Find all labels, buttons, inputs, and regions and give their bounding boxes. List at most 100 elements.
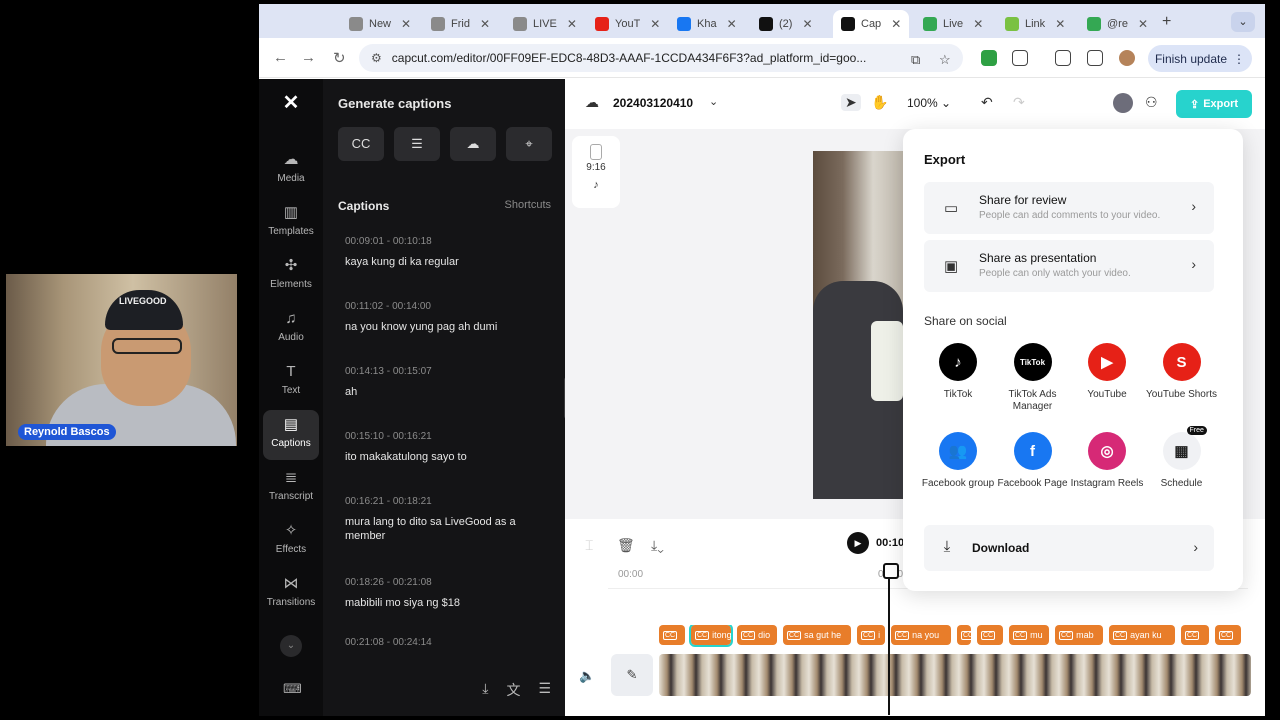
edit-cover-icon[interactable]: ✎ bbox=[611, 654, 653, 696]
caption-item[interactable]: 00:09:01 - 00:10:18 kaya kung di ka regul… bbox=[345, 236, 555, 269]
share-youtube-shorts-button[interactable]: S YouTube Shorts bbox=[1145, 343, 1219, 401]
caption-item[interactable]: 00:15:10 - 00:16:21 ito makakatulong sayo… bbox=[345, 431, 555, 464]
translate-icon[interactable]: 文 bbox=[506, 680, 520, 700]
caption-text[interactable]: mabibili mo siya ng $18 bbox=[345, 596, 555, 610]
caption-clip[interactable]: CC bbox=[1181, 625, 1209, 645]
zoom-select[interactable]: 100% ⌄ bbox=[907, 96, 951, 110]
sidebar-item-elements[interactable]: ✣ Elements bbox=[263, 251, 319, 301]
reading-list-icon[interactable] bbox=[1055, 50, 1071, 66]
close-tab-icon[interactable]: ✕ bbox=[1138, 17, 1148, 31]
more-nav-icon[interactable]: ⌄ bbox=[280, 635, 302, 657]
share-instagram-reels-button[interactable]: ◎ Instagram Reels bbox=[1070, 432, 1144, 490]
invite-user-icon[interactable]: ⚇ bbox=[1145, 94, 1158, 111]
caption-text[interactable]: na you know yung pag ah dumi bbox=[345, 320, 555, 334]
caption-clip[interactable]: CC na you bbox=[891, 625, 951, 645]
sidebar-item-audio[interactable]: ♫ Audio bbox=[263, 304, 319, 354]
caption-item[interactable]: 00:14:13 - 00:15:07 ah bbox=[345, 366, 555, 399]
download-captions-icon[interactable]: ⤓ bbox=[482, 680, 488, 700]
browser-tab[interactable]: (2) ✕ bbox=[751, 10, 821, 38]
caption-text[interactable]: ah bbox=[345, 385, 555, 399]
browser-tab[interactable]: Kha ✕ bbox=[669, 10, 745, 38]
caption-clip[interactable]: CC dio bbox=[737, 625, 777, 645]
volume-icon[interactable]: 🔈 bbox=[579, 668, 595, 684]
caption-text[interactable]: kaya kung di ka regular bbox=[345, 255, 555, 269]
close-tab-icon[interactable]: ✕ bbox=[891, 17, 901, 31]
grammarly-extension-icon[interactable] bbox=[981, 50, 997, 66]
sidebar-item-effects[interactable]: ✧ Effects bbox=[263, 516, 319, 566]
browser-tab[interactable]: Cap ✕ bbox=[833, 10, 910, 38]
caption-text[interactable]: ito makakatulong sayo to bbox=[345, 450, 555, 464]
close-tab-icon[interactable]: ✕ bbox=[973, 17, 983, 31]
hand-tool-icon[interactable]: ✋ bbox=[871, 94, 888, 111]
caption-clip[interactable]: CC ayan ku bbox=[1109, 625, 1175, 645]
reload-icon[interactable]: ↻ bbox=[333, 49, 346, 67]
redo-icon[interactable]: ↷ bbox=[1013, 94, 1025, 111]
browser-tab[interactable]: Live ✕ bbox=[915, 10, 991, 38]
share-tiktok-ads-manager-button[interactable]: TikTok TikTok Ads Manager bbox=[996, 343, 1070, 413]
aspect-ratio-card[interactable]: 9:16 ♪ bbox=[572, 136, 620, 208]
sidebar-item-templates[interactable]: ▥ Templates bbox=[263, 198, 319, 248]
close-tab-icon[interactable]: ✕ bbox=[567, 17, 577, 31]
close-tab-icon[interactable]: ✕ bbox=[480, 17, 490, 31]
browser-tab[interactable]: YouT ✕ bbox=[587, 10, 668, 38]
sidebar-item-transitions[interactable]: ⋈ Transitions bbox=[263, 569, 319, 619]
share-schedule-button[interactable]: ▦ Schedule Free bbox=[1145, 426, 1219, 490]
share-facebook-page-button[interactable]: f Facebook Page bbox=[996, 432, 1070, 490]
download-button[interactable]: ⤓ Download › bbox=[924, 525, 1214, 571]
download-icon[interactable]: ⤓⌄ bbox=[651, 537, 664, 554]
split-icon[interactable]: ⌶ bbox=[585, 537, 593, 554]
capcut-logo-icon[interactable]: ✕ bbox=[279, 93, 303, 113]
caption-clip[interactable]: CC bbox=[1215, 625, 1241, 645]
caption-clip[interactable]: CC sa gut he bbox=[783, 625, 851, 645]
browser-tab[interactable]: New ✕ bbox=[341, 10, 419, 38]
close-tab-icon[interactable]: ✕ bbox=[401, 17, 411, 31]
close-tab-icon[interactable]: ✕ bbox=[802, 17, 812, 31]
caption-clip[interactable]: CC itong bbox=[689, 625, 733, 647]
chevron-down-icon[interactable]: ⌄ bbox=[709, 95, 718, 108]
share-for-review-button[interactable]: ▭ Share for review People can add commen… bbox=[924, 182, 1214, 234]
install-app-icon[interactable]: ⧉ bbox=[911, 52, 920, 68]
caption-clip[interactable]: CC mab bbox=[1055, 625, 1103, 645]
undo-icon[interactable]: ↶ bbox=[981, 94, 993, 111]
extensions-puzzle-icon[interactable] bbox=[1012, 50, 1028, 66]
caption-settings-icon[interactable]: ☰ bbox=[538, 680, 551, 700]
share-youtube-button[interactable]: ▶ YouTube bbox=[1070, 343, 1144, 401]
side-panel-icon[interactable] bbox=[1087, 50, 1103, 66]
share-tiktok-button[interactable]: ♪ TikTok bbox=[921, 343, 995, 401]
playhead[interactable] bbox=[883, 563, 899, 715]
caption-item[interactable]: 00:21:08 - 00:24:14 bbox=[345, 637, 555, 656]
browser-tab[interactable]: Frid ✕ bbox=[423, 10, 498, 38]
caption-item[interactable]: 00:16:21 - 00:18:21 mura lang to dito sa … bbox=[345, 496, 555, 543]
caption-clip[interactable]: CC bbox=[659, 625, 685, 645]
upload-captions-tool[interactable]: ☁ bbox=[450, 127, 496, 161]
video-track[interactable] bbox=[659, 654, 1251, 696]
caption-item[interactable]: 00:18:26 - 00:21:08 mabibili mo siya ng $… bbox=[345, 577, 555, 610]
new-tab-button[interactable]: + bbox=[1162, 13, 1171, 31]
caption-clip[interactable]: CC bbox=[957, 625, 971, 645]
keyboard-shortcuts-icon[interactable]: ⌨ bbox=[283, 681, 302, 697]
browser-tab[interactable]: @re ✕ bbox=[1079, 10, 1156, 38]
caption-clip[interactable]: CC i bbox=[857, 625, 885, 645]
caption-item[interactable]: 00:11:02 - 00:14:00 na you know yung pag … bbox=[345, 301, 555, 334]
video-preview[interactable] bbox=[813, 151, 913, 499]
site-info-icon[interactable]: ⚙ bbox=[371, 51, 382, 65]
forward-icon[interactable]: → bbox=[301, 49, 316, 66]
close-tab-icon[interactable]: ✕ bbox=[650, 17, 660, 31]
caption-clip[interactable]: CC bbox=[977, 625, 1003, 645]
back-icon[interactable]: ← bbox=[273, 49, 288, 66]
finish-update-button[interactable]: Finish update ⋮ bbox=[1148, 45, 1252, 72]
sidebar-item-transcript[interactable]: ≣ Transcript bbox=[263, 463, 319, 513]
share-facebook-group-button[interactable]: 👥 Facebook group bbox=[921, 432, 995, 490]
play-button[interactable]: ▶ bbox=[847, 532, 869, 554]
caption-clip[interactable]: CC mu bbox=[1009, 625, 1049, 645]
manual-captions-tool[interactable]: ☰ bbox=[394, 127, 440, 161]
sidebar-item-captions[interactable]: ▤ Captions bbox=[263, 410, 319, 460]
close-tab-icon[interactable]: ✕ bbox=[727, 17, 737, 31]
url-field[interactable]: ⚙ capcut.com/editor/00FF09EF-EDC8-48D3-A… bbox=[359, 44, 963, 72]
caption-text[interactable]: mura lang to dito sa LiveGood as a membe… bbox=[345, 515, 555, 543]
sidebar-item-media[interactable]: ☁ Media bbox=[263, 145, 319, 195]
sidebar-item-text[interactable]: T Text bbox=[263, 357, 319, 407]
close-tab-icon[interactable]: ✕ bbox=[1055, 17, 1065, 31]
auto-captions-tool[interactable]: CC bbox=[338, 127, 384, 161]
select-tool-icon[interactable]: ➤ bbox=[841, 94, 861, 111]
